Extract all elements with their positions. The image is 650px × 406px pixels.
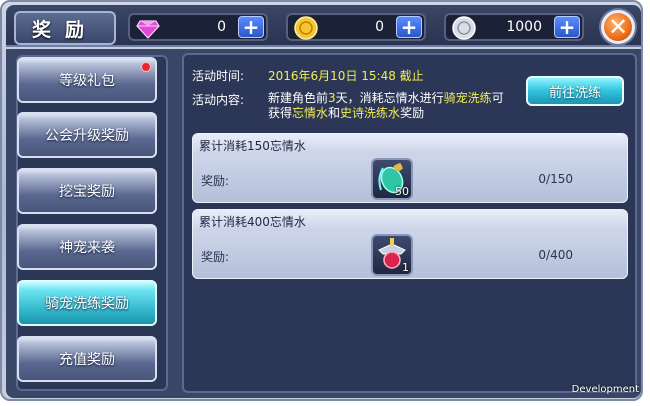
- sidebar-item-label: 神宠来袭: [59, 240, 115, 256]
- task-progress: 0/400: [538, 248, 573, 262]
- close-button[interactable]: ✕: [601, 10, 635, 44]
- task-row: 累计消耗400忘情水 奖励: 1 0/400: [192, 209, 628, 279]
- silver-currency: 1000 +: [444, 13, 584, 41]
- gold-coin-icon: [292, 15, 320, 41]
- header-bar: 奖励 0 + 0 + 1000 + ✕: [6, 5, 641, 47]
- desc-highlight: 3: [328, 91, 336, 105]
- desc-highlight: 忘情水: [292, 106, 329, 120]
- add-gold-button[interactable]: +: [396, 16, 422, 38]
- task-title: 累计消耗400忘情水: [193, 210, 627, 231]
- sidebar-item-divine-pet[interactable]: 神宠来袭: [17, 224, 157, 270]
- main-body: 等级礼包 公会升级奖励 挖宝奖励 神宠来袭 骑宠洗练奖励 充值奖励 活动时间: …: [6, 49, 641, 398]
- notification-badge: [141, 62, 151, 72]
- sidebar-item-label: 骑宠洗练奖励: [45, 296, 129, 312]
- task-progress: 0/150: [538, 172, 573, 186]
- silver-value: 1000: [506, 19, 542, 35]
- desc-highlight: 史诗洗练水: [340, 106, 401, 120]
- gem-value: 0: [217, 19, 226, 35]
- gem-currency: 0 +: [128, 13, 268, 41]
- activity-description: 新建角色前3天，消耗忘情水进行骑宠洗练可获得忘情水和史诗洗练水奖励: [268, 91, 508, 121]
- close-icon: ✕: [607, 13, 629, 41]
- sidebar-item-recharge[interactable]: 充值奖励: [17, 336, 157, 382]
- sidebar-item-treasure-dig[interactable]: 挖宝奖励: [17, 168, 157, 214]
- desc-text: 奖励: [400, 106, 425, 120]
- sidebar-item-label: 等级礼包: [59, 73, 115, 89]
- gold-currency: 0 +: [286, 13, 426, 41]
- reward-label: 奖励:: [201, 250, 230, 264]
- item-count: 1: [402, 261, 409, 274]
- task-title: 累计消耗150忘情水: [193, 134, 627, 155]
- desc-text: 新建角色前: [268, 91, 329, 105]
- silver-coin-icon: [450, 15, 478, 41]
- sidebar-item-label: 挖宝奖励: [59, 184, 115, 200]
- task-row: 累计消耗150忘情水 奖励: 50 0/150: [192, 133, 628, 203]
- time-label: 活动时间:: [192, 69, 245, 83]
- item-count: 50: [395, 185, 409, 198]
- sidebar-item-label: 充值奖励: [59, 352, 115, 368]
- desc-text: 和: [328, 106, 341, 120]
- time-value: 2016年6月10日 15:48 截止: [268, 69, 424, 83]
- desc-label: 活动内容:: [192, 93, 245, 107]
- goto-refine-button[interactable]: 前往洗练: [526, 76, 624, 106]
- gem-icon: [134, 15, 162, 41]
- add-silver-button[interactable]: +: [554, 16, 580, 38]
- desc-highlight: 骑宠洗练: [443, 91, 492, 105]
- sidebar-item-guild-upgrade[interactable]: 公会升级奖励: [17, 112, 157, 158]
- reward-label: 奖励:: [201, 174, 230, 188]
- add-gem-button[interactable]: +: [238, 16, 264, 38]
- content-panel: 活动时间: 2016年6月10日 15:48 截止 活动内容: 新建角色前3天，…: [182, 53, 637, 393]
- desc-text: 天，消耗忘情水进行: [335, 91, 444, 105]
- gold-value: 0: [375, 19, 384, 35]
- sidebar-item-mount-refine[interactable]: 骑宠洗练奖励: [17, 280, 157, 326]
- reward-item-slot[interactable]: 1: [371, 234, 413, 276]
- window-title: 奖励: [14, 11, 116, 45]
- reward-item-slot[interactable]: 50: [371, 158, 413, 200]
- reward-window: 奖励 0 + 0 + 1000 + ✕ 等级礼包 公会升级奖励 挖宝奖励 神宠来…: [0, 0, 643, 401]
- sidebar-item-level-gift[interactable]: 等级礼包: [17, 57, 157, 103]
- sidebar-item-label: 公会升级奖励: [45, 128, 129, 144]
- development-tag: Development: [571, 384, 639, 395]
